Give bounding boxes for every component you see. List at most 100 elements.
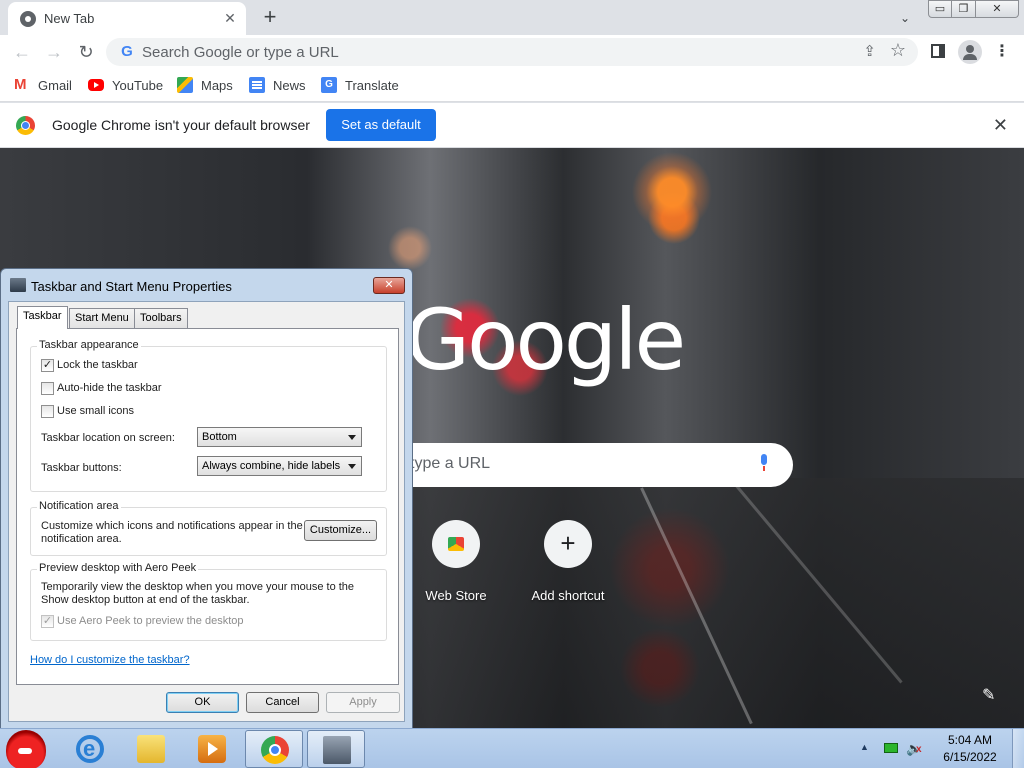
group-title: Notification area [37, 500, 121, 512]
group-title: Taskbar appearance [37, 339, 141, 351]
notification-area-group: Notification area Customize which icons … [30, 500, 387, 556]
tab-new-tab[interactable]: New Tab ✕ [8, 2, 246, 35]
window-close-button[interactable]: ✕ [975, 0, 1019, 18]
chrome-icon [261, 736, 289, 764]
checkbox-label: Lock the taskbar [57, 359, 138, 371]
shortcut-label: Web Store [425, 588, 487, 603]
bookmarks-bar: M Gmail YouTube Maps News G Translate [0, 69, 1024, 102]
show-desktop-button[interactable] [1012, 729, 1024, 768]
gmail-icon: M [14, 76, 27, 93]
profile-avatar-icon[interactable] [958, 40, 982, 64]
aero-peek-group: Preview desktop with Aero Peek Temporari… [30, 562, 387, 641]
taskbar-media-player[interactable] [183, 730, 241, 768]
file-explorer-icon [137, 735, 165, 763]
new-tab-favicon-icon [20, 11, 36, 27]
tab-taskbar[interactable]: Taskbar [17, 306, 68, 329]
voice-search-icon[interactable] [759, 454, 769, 471]
taskbar-properties[interactable] [307, 730, 365, 768]
cancel-button[interactable]: Cancel [246, 692, 319, 713]
apply-button[interactable]: Apply [326, 692, 400, 713]
dialog-body: Taskbar Start Menu Toolbars Taskbar appe… [8, 301, 405, 722]
customize-pencil-icon[interactable]: ✎ [982, 685, 995, 705]
taskbar-properties-dialog: Taskbar and Start Menu Properties ✕ Task… [0, 268, 413, 729]
small-icons-checkbox[interactable] [41, 405, 54, 418]
show-hidden-icons-icon[interactable]: ▲ [860, 742, 869, 752]
window-restore-button[interactable]: ❐ [951, 0, 976, 18]
group-title: Preview desktop with Aero Peek [37, 562, 199, 574]
dialog-close-button[interactable]: ✕ [373, 277, 405, 294]
network-icon[interactable] [884, 743, 898, 753]
web-store-icon [432, 520, 480, 568]
windows-taskbar: ▲ 🔈 5:04 AM 6/15/2022 [0, 728, 1024, 768]
taskbar-angry-birds[interactable] [0, 730, 58, 768]
clock-time: 5:04 AM [947, 733, 993, 747]
location-dropdown[interactable]: Bottom [197, 427, 362, 447]
customize-button[interactable]: Customize... [304, 520, 377, 541]
back-button[interactable]: ← [10, 40, 34, 64]
google-g-icon: G [121, 43, 133, 60]
tab-start-menu[interactable]: Start Menu [69, 308, 135, 328]
maps-icon [177, 77, 193, 93]
taskbar-tab-panel: Taskbar appearance ✓ Lock the taskbar Au… [16, 328, 399, 685]
shortcut-label: Add shortcut [531, 588, 605, 603]
volume-muted-icon[interactable]: 🔈 [906, 741, 922, 757]
youtube-icon [88, 79, 104, 91]
ntp-search-placeholder: type a URL [410, 455, 491, 472]
translate-icon: G [321, 77, 337, 93]
bookmark-news[interactable]: News [249, 75, 306, 95]
infobar-close-icon[interactable]: ✕ [993, 115, 1008, 136]
taskbar-properties-icon [323, 736, 351, 764]
default-browser-infobar: Google Chrome isn't your default browser… [0, 103, 1024, 148]
window-minimize-button[interactable]: ▭ [928, 0, 952, 18]
bookmark-translate[interactable]: G Translate [321, 75, 399, 95]
taskbar-file-explorer[interactable] [122, 730, 180, 768]
side-panel-icon[interactable] [926, 40, 950, 64]
shortcut-web-store[interactable]: Web Store [406, 520, 506, 603]
aero-peek-checkbox[interactable]: ✓ [41, 615, 54, 628]
notification-description: Customize which icons and notifications … [41, 520, 303, 545]
internet-explorer-icon [76, 735, 104, 763]
shortcut-add[interactable]: + Add shortcut [518, 520, 618, 603]
tab-toolbars[interactable]: Toolbars [134, 308, 188, 328]
aero-peek-description: Temporarily view the desktop when you mo… [41, 581, 355, 606]
address-bar[interactable]: G Search Google or type a URL ⇪ ☆ [106, 38, 918, 66]
tab-strip: New Tab ✕ + ⌄ ▭ ❐ ✕ [0, 0, 1024, 35]
auto-hide-checkbox[interactable] [41, 382, 54, 395]
tab-search-icon[interactable]: ⌄ [893, 6, 917, 30]
help-link[interactable]: How do I customize the taskbar? [30, 654, 190, 666]
chevron-down-icon [348, 435, 356, 440]
buttons-dropdown[interactable]: Always combine, hide labels [197, 456, 362, 476]
taskbar-properties-icon [10, 278, 26, 292]
tab-close-icon[interactable]: ✕ [220, 8, 240, 28]
lock-taskbar-checkbox[interactable]: ✓ [41, 359, 54, 372]
address-bar-placeholder: Search Google or type a URL [142, 44, 339, 61]
checkbox-label: Use Aero Peek to preview the desktop [57, 615, 244, 627]
bookmark-star-icon[interactable]: ☆ [890, 40, 906, 61]
buttons-label: Taskbar buttons: [41, 462, 122, 474]
bookmark-gmail[interactable]: M Gmail [14, 75, 72, 95]
location-label: Taskbar location on screen: [41, 432, 175, 444]
dialog-titlebar[interactable]: Taskbar and Start Menu Properties ✕ [1, 269, 412, 301]
news-icon [249, 77, 265, 93]
forward-button[interactable]: → [42, 40, 66, 64]
taskbar-appearance-group: Taskbar appearance ✓ Lock the taskbar Au… [30, 339, 387, 492]
taskbar-chrome[interactable] [245, 730, 303, 768]
checkbox-label: Auto-hide the taskbar [57, 382, 162, 394]
system-clock[interactable]: 5:04 AM 6/15/2022 [930, 732, 1010, 766]
chevron-down-icon [348, 464, 356, 469]
taskbar-internet-explorer[interactable] [61, 730, 119, 768]
add-icon: + [544, 520, 592, 568]
google-logo: Google [405, 291, 686, 389]
share-icon[interactable]: ⇪ [863, 42, 876, 60]
dialog-title: Taskbar and Start Menu Properties [31, 279, 232, 294]
chrome-menu-icon[interactable]: ⋮ [990, 40, 1014, 64]
bookmark-maps[interactable]: Maps [177, 75, 233, 95]
reload-button[interactable]: ↻ [74, 40, 98, 64]
set-as-default-button[interactable]: Set as default [326, 109, 436, 141]
new-tab-button[interactable]: + [258, 5, 282, 29]
media-player-icon [198, 735, 226, 763]
chrome-logo-icon [16, 116, 35, 135]
ok-button[interactable]: OK [166, 692, 239, 713]
bookmark-youtube[interactable]: YouTube [88, 75, 163, 95]
tab-title: New Tab [44, 11, 95, 26]
